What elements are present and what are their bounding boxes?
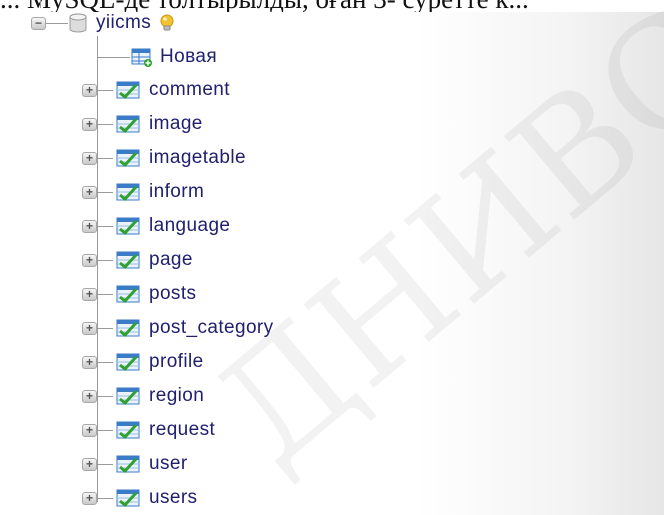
tree-node-table[interactable]: + post_category [82,313,274,343]
table-icon [116,251,140,270]
tree-node-table[interactable]: + inform [82,177,204,207]
tree-connector [97,123,113,125]
table-name-label[interactable]: language [149,215,230,237]
expand-toggle[interactable]: + [82,355,97,369]
tree-connector [97,327,113,329]
table-name-label[interactable]: image [149,113,203,135]
expand-toggle[interactable]: + [82,253,97,267]
table-name-label[interactable]: post_category [149,317,274,339]
tree-node-table[interactable]: + posts [82,279,196,309]
tree-node-database[interactable]: − yiicms [31,8,177,38]
tree-node-table[interactable]: + image [82,109,203,139]
tree-node-table[interactable]: + profile [82,347,204,377]
new-table-icon [131,48,152,67]
table-name-label[interactable]: profile [149,351,204,373]
table-icon [116,115,140,134]
table-icon [116,217,140,236]
expand-toggle[interactable]: + [82,423,97,437]
expand-toggle[interactable]: + [82,151,97,165]
tree-connector [97,259,113,261]
table-icon [116,421,140,440]
table-icon [116,81,140,100]
table-icon [116,183,140,202]
expand-toggle[interactable]: + [82,491,97,505]
tree-connector [97,361,113,363]
tree-connector [97,191,113,193]
tree-connector [97,225,113,227]
tree-connector [97,89,113,91]
collapse-toggle[interactable]: − [31,16,46,30]
tree-node-table[interactable]: + request [82,415,215,445]
expand-toggle[interactable]: + [82,321,97,335]
tree-connector [97,395,113,397]
tree-connector [97,56,130,58]
tree-node-table[interactable]: + language [82,211,230,241]
table-name-label[interactable]: user [149,453,188,475]
lightbulb-icon[interactable] [157,13,177,33]
table-icon [116,285,140,304]
tree-node-table[interactable]: + users [82,483,197,513]
database-icon [69,13,87,32]
table-name-label[interactable]: imagetable [149,147,246,169]
table-icon [116,319,140,338]
expand-toggle[interactable]: + [82,83,97,97]
new-table-label[interactable]: Новая [160,46,217,68]
tree-connector [97,157,113,159]
database-tree: − yiicms Новая + comment + image + image… [0,0,664,515]
table-name-label[interactable]: users [149,487,197,509]
expand-toggle[interactable]: + [82,457,97,471]
tree-node-table[interactable]: + region [82,381,204,411]
tree-node-table[interactable]: + page [82,245,193,275]
table-name-label[interactable]: region [149,385,204,407]
table-icon [116,489,140,508]
expand-toggle[interactable]: + [82,117,97,131]
table-icon [116,149,140,168]
tree-connector [97,497,113,499]
table-name-label[interactable]: posts [149,283,196,305]
tree-node-table[interactable]: + comment [82,75,230,105]
tree-node-new[interactable]: Новая [97,42,217,72]
table-name-label[interactable]: page [149,249,193,271]
expand-toggle[interactable]: + [82,219,97,233]
table-icon [116,455,140,474]
tree-node-table[interactable]: + imagetable [82,143,246,173]
table-name-label[interactable]: request [149,419,215,441]
tree-connector [40,0,41,8]
tree-connector [46,22,68,24]
database-name[interactable]: yiicms [96,12,151,34]
expand-toggle[interactable]: + [82,287,97,301]
tree-connector [97,463,113,465]
table-name-label[interactable]: inform [149,181,204,203]
table-icon [116,353,140,372]
table-name-label[interactable]: comment [149,79,230,101]
expand-toggle[interactable]: + [82,185,97,199]
table-icon [116,387,140,406]
tree-connector [97,293,113,295]
expand-toggle[interactable]: + [82,389,97,403]
tree-connector [97,429,113,431]
tree-node-table[interactable]: + user [82,449,188,479]
